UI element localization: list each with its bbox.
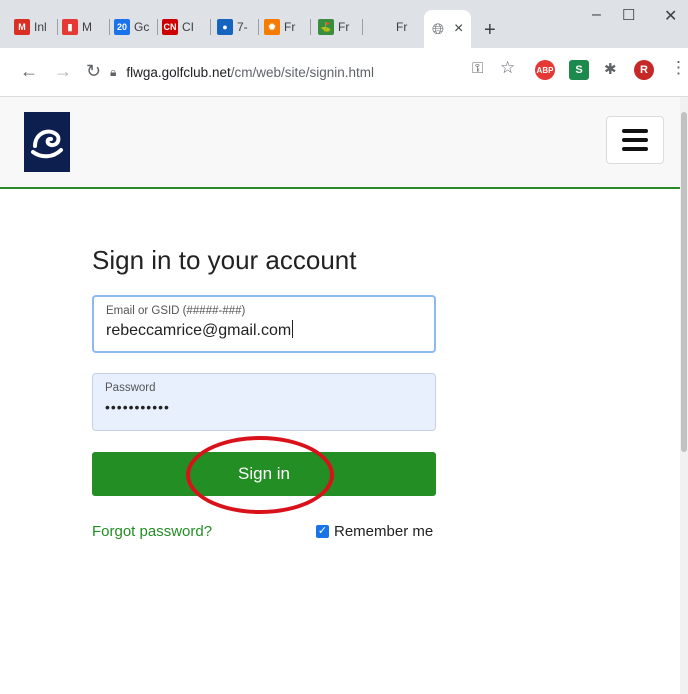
tab-separator bbox=[57, 19, 58, 35]
golf-icon: ⛳ bbox=[318, 19, 334, 35]
maximize-button[interactable]: ☐ bbox=[622, 6, 635, 24]
browser-menu-icon[interactable]: ⋮ bbox=[670, 58, 687, 78]
site-header bbox=[0, 97, 680, 189]
browser-toolbar: ← → ↻ 🔒︎ flwga.golfclub.net/cm/web/site/… bbox=[0, 48, 688, 97]
tab-separator bbox=[157, 19, 158, 35]
email-label: Email or GSID (#####-###) bbox=[106, 305, 246, 317]
tab-separator bbox=[258, 19, 259, 35]
close-window-button[interactable]: ✕ bbox=[664, 6, 677, 26]
checkbox-checked-icon[interactable]: ✓ bbox=[316, 525, 329, 538]
tab-title: Fr bbox=[396, 20, 408, 34]
url-path: /cm/web/site/signin.html bbox=[230, 64, 375, 80]
scrollbar-thumb[interactable] bbox=[681, 112, 687, 452]
browser-tab[interactable]: 20 Gc bbox=[114, 14, 149, 40]
sign-in-button[interactable]: Sign in bbox=[92, 452, 436, 496]
adblock-icon[interactable]: ABP bbox=[535, 60, 555, 80]
tab-close-icon[interactable]: × bbox=[454, 20, 463, 38]
browser-tab[interactable]: ▮ M bbox=[62, 14, 92, 40]
browser-tab[interactable]: Fr bbox=[396, 14, 407, 40]
minimize-button[interactable]: – bbox=[592, 6, 601, 24]
tab-title: Fr bbox=[284, 20, 296, 34]
browser-tab[interactable]: M Inl bbox=[14, 14, 47, 40]
key-icon[interactable]: ⚿ bbox=[472, 60, 483, 77]
extension-s-icon[interactable]: S bbox=[569, 60, 589, 80]
email-value[interactable]: rebeccamrice@gmail.com bbox=[106, 320, 422, 340]
bookmark-star-icon[interactable]: ☆ bbox=[500, 58, 515, 78]
calendar-icon: 20 bbox=[114, 19, 130, 35]
tab-title: 7- bbox=[237, 20, 248, 34]
tab-separator bbox=[210, 19, 211, 35]
tab-separator bbox=[362, 19, 363, 35]
remember-me-checkbox[interactable]: ✓ Remember me bbox=[316, 523, 433, 540]
forward-button[interactable]: → bbox=[54, 62, 72, 80]
browser-tab[interactable]: ✹ Fr bbox=[264, 14, 295, 40]
browser-tab[interactable]: ⛳ Fr bbox=[318, 14, 349, 40]
sun-icon: ✹ bbox=[264, 19, 280, 35]
tab-title: Inl bbox=[34, 20, 47, 34]
browser-tab[interactable]: ● 7- bbox=[217, 14, 248, 40]
password-value[interactable]: ••••••••••• bbox=[105, 399, 423, 415]
wave-logo-icon bbox=[31, 129, 63, 159]
meetup-icon: ▮ bbox=[62, 19, 78, 35]
tab-title: M bbox=[82, 20, 92, 34]
tab-separator bbox=[109, 19, 110, 35]
page-title: Sign in to your account bbox=[92, 245, 357, 275]
site-logo[interactable] bbox=[24, 112, 70, 172]
menu-bar-icon bbox=[622, 138, 648, 142]
browser-tab[interactable]: CN CI bbox=[162, 14, 194, 40]
tab-title: Fr bbox=[338, 20, 350, 34]
menu-bar-icon bbox=[622, 147, 648, 151]
tab-title: Gc bbox=[134, 20, 150, 34]
reload-button[interactable]: ↻ bbox=[86, 62, 101, 80]
lock-icon: 🔒︎ bbox=[110, 64, 117, 79]
password-field[interactable]: Password ••••••••••• bbox=[92, 373, 436, 431]
password-label: Password bbox=[105, 382, 156, 394]
browser-tab-strip: M Inl ▮ M 20 Gc CN CI ● 7- ✹ Fr ⛳ Fr Fr 🌐︎ × + – ☐ ✕ bbox=[0, 0, 688, 48]
cnn-icon: CN bbox=[162, 19, 178, 35]
globe-icon: 🌐︎ bbox=[432, 20, 445, 38]
weather-icon: ● bbox=[217, 19, 233, 35]
hamburger-menu-button[interactable] bbox=[606, 116, 664, 164]
new-tab-button[interactable]: + bbox=[484, 20, 496, 40]
menu-bar-icon bbox=[622, 129, 648, 133]
text-caret bbox=[292, 320, 294, 338]
profile-avatar[interactable]: R bbox=[634, 60, 654, 80]
tab-title: CI bbox=[182, 20, 194, 34]
url-host: flwga.golfclub.net bbox=[126, 64, 231, 80]
address-bar[interactable]: 🔒︎ flwga.golfclub.net/cm/web/site/signin… bbox=[110, 58, 530, 86]
tab-separator bbox=[310, 19, 311, 35]
email-field[interactable]: Email or GSID (#####-###) rebeccamrice@g… bbox=[92, 295, 436, 353]
tab-active[interactable]: 🌐︎ × bbox=[424, 10, 472, 48]
remember-me-label: Remember me bbox=[334, 523, 434, 540]
extensions-puzzle-icon[interactable]: ✱ bbox=[604, 60, 617, 78]
gmail-icon: M bbox=[14, 19, 30, 35]
forgot-password-link[interactable]: Forgot password? bbox=[92, 523, 212, 540]
page-viewport: Sign in to your account Email or GSID (#… bbox=[0, 97, 680, 694]
back-button[interactable]: ← bbox=[20, 62, 38, 80]
